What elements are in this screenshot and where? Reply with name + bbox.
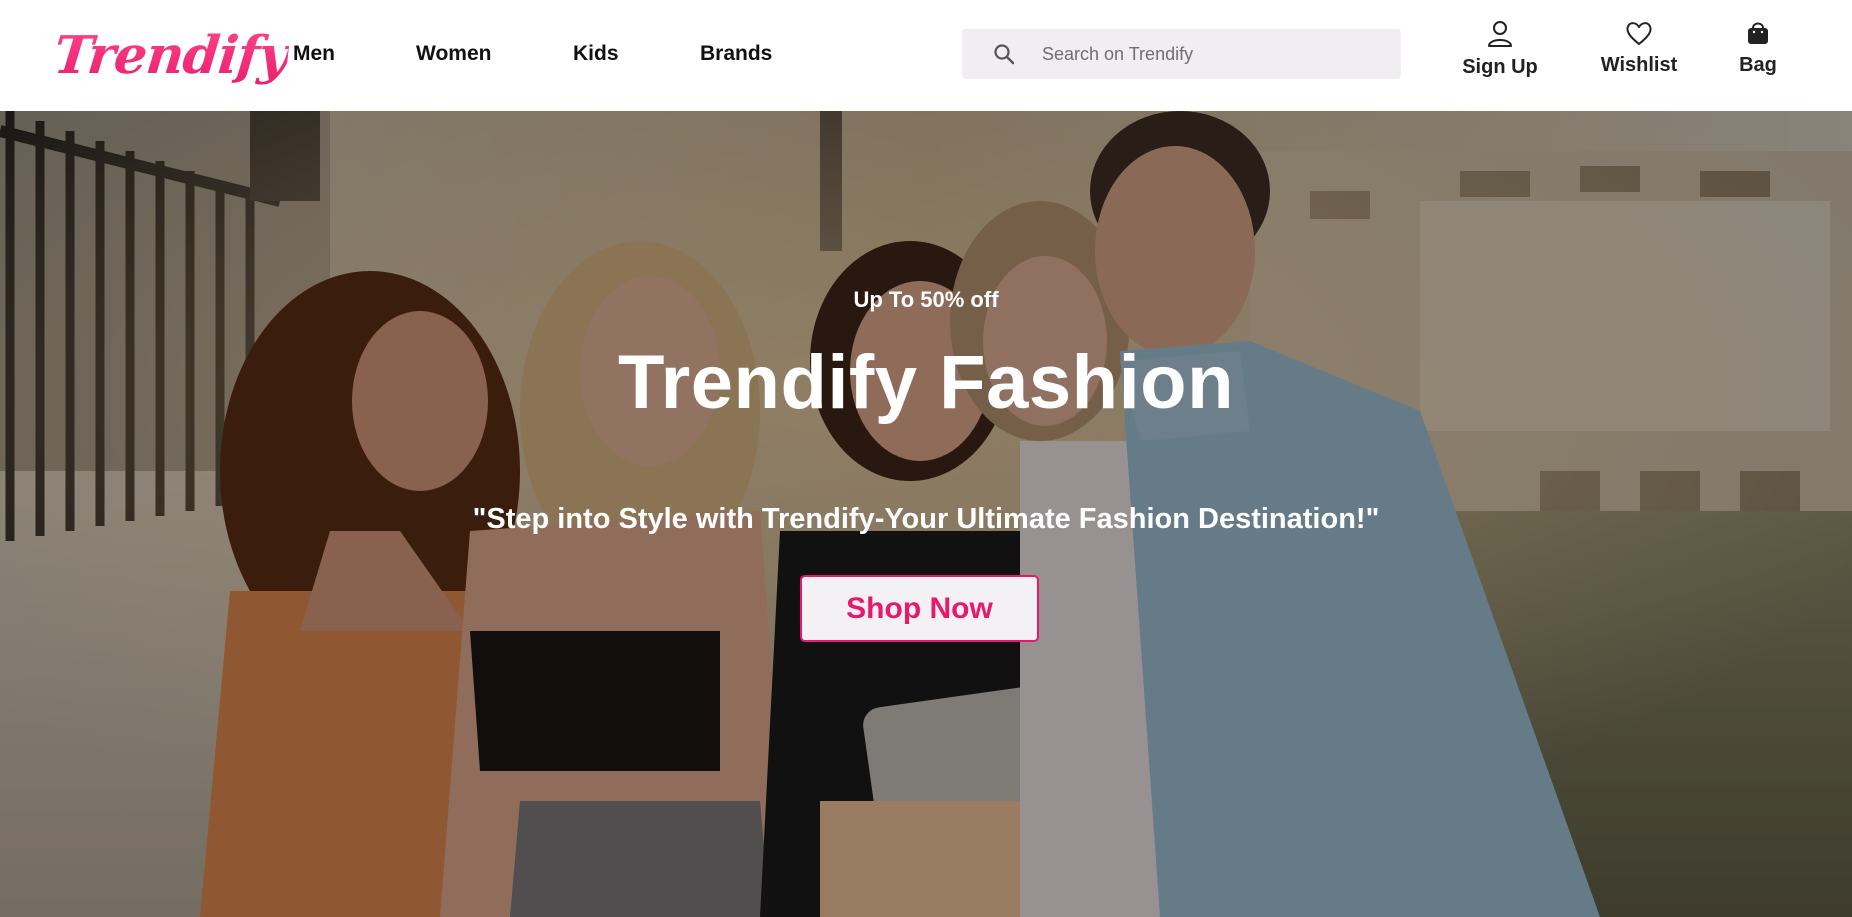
shop-now-button[interactable]: Shop Now — [800, 575, 1039, 642]
nav-item-men[interactable]: Men — [293, 0, 335, 111]
sign-up-button[interactable]: Sign Up — [1458, 20, 1542, 90]
wishlist-button[interactable]: Wishlist — [1594, 20, 1684, 90]
hero-offer-text: Up To 50% off — [853, 287, 999, 312]
bag-label: Bag — [1739, 54, 1777, 76]
hero-banner: Up To 50% off Trendify Fashion "Step int… — [0, 111, 1852, 917]
hero-tagline: "Step into Style with Trendify-Your Ulti… — [472, 503, 1380, 535]
nav-item-women[interactable]: Women — [416, 0, 491, 111]
wishlist-label: Wishlist — [1600, 54, 1678, 76]
search-input[interactable] — [1042, 29, 1382, 79]
brand-logo[interactable]: Trendify — [50, 16, 292, 96]
user-icon — [1488, 21, 1512, 47]
shopping-bag-icon — [1748, 22, 1768, 44]
bag-button[interactable]: Bag — [1732, 20, 1784, 90]
hero-title: Trendify Fashion — [617, 340, 1235, 425]
site-header: Trendify Men Women Kids Brands Sign Up W… — [0, 0, 1852, 111]
nav-item-kids[interactable]: Kids — [573, 0, 619, 111]
sign-up-label: Sign Up — [1462, 56, 1538, 78]
search-icon[interactable] — [992, 42, 1016, 66]
hero-content: Up To 50% off Trendify Fashion "Step int… — [0, 111, 1852, 917]
search-bar[interactable] — [962, 29, 1401, 79]
heart-icon — [1626, 22, 1652, 45]
nav-item-brands[interactable]: Brands — [700, 0, 772, 111]
